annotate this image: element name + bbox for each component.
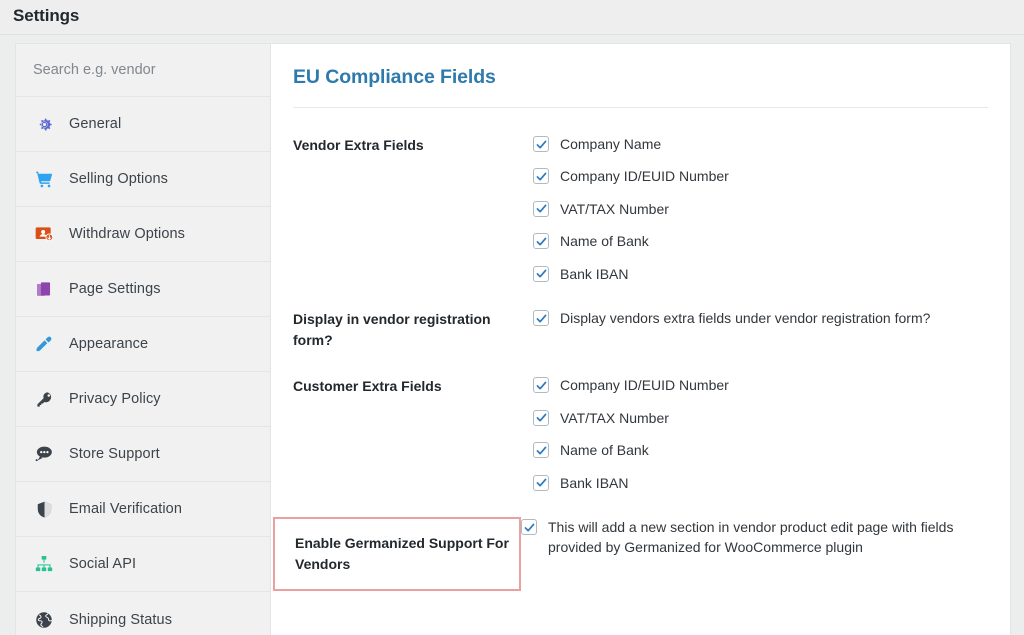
sidebar-item-store-support[interactable]: Store Support bbox=[16, 427, 270, 482]
shield-icon bbox=[33, 498, 55, 520]
field-label: Vendor Extra Fields bbox=[293, 137, 424, 153]
checkbox-row[interactable]: Company ID/EUID Number bbox=[533, 167, 988, 187]
gear-icon bbox=[33, 113, 55, 135]
checkbox-label: Name of Bank bbox=[560, 233, 649, 250]
settings-shell: General Selling Options Withdraw Options Pa… bbox=[15, 43, 1011, 635]
checkbox-checked[interactable] bbox=[533, 233, 549, 250]
sidebar-item-label: Privacy Policy bbox=[69, 391, 161, 407]
checkbox-label: Bank IBAN bbox=[560, 474, 629, 491]
checkbox-label: VAT/TAX Number bbox=[560, 200, 669, 217]
sidebar-item-label: Social API bbox=[69, 556, 137, 572]
section-heading: EU Compliance Fields bbox=[293, 66, 496, 88]
checkbox-label: Display vendors extra fields under vendo… bbox=[560, 310, 931, 327]
withdraw-icon bbox=[33, 223, 55, 245]
sidebar-item-label: Withdraw Options bbox=[69, 226, 186, 242]
settings-field-row: Display in vendor registration form? Disp… bbox=[293, 284, 988, 351]
sidebar-item-shipping-status[interactable]: Shipping Status bbox=[16, 592, 270, 635]
checkbox-label: Company Name bbox=[560, 136, 662, 152]
top-bar: Settings bbox=[0, 0, 1024, 35]
sidebar-search[interactable] bbox=[16, 44, 270, 97]
checkbox-checked[interactable] bbox=[533, 136, 549, 152]
sidebar-nav-list: General Selling Options Withdraw Options Pa… bbox=[16, 97, 270, 635]
sidebar-item-label: Store Support bbox=[69, 446, 160, 462]
checkbox-label: This will add a new section in vendor pr… bbox=[548, 519, 954, 556]
page-title: Settings bbox=[13, 6, 80, 25]
checkbox-checked[interactable] bbox=[533, 310, 549, 327]
checkbox-group: Display vendors extra fields under vendo… bbox=[533, 308, 988, 329]
checkbox-checked[interactable] bbox=[533, 265, 549, 282]
checkbox-group: This will add a new section in vendor pr… bbox=[521, 517, 988, 558]
sidebar-item-email-verification[interactable]: Email Verification bbox=[16, 482, 270, 537]
shopping-cart-icon bbox=[33, 168, 55, 190]
chat-bubble-icon bbox=[33, 443, 55, 465]
checkbox-label: VAT/TAX Number bbox=[560, 409, 669, 426]
settings-main-panel: EU Compliance Fields Vendor Extra Fields… bbox=[271, 43, 1011, 635]
highlighted-field-label: Enable Germanized Support For Vendors bbox=[273, 517, 521, 592]
checkbox-row[interactable]: VAT/TAX Number bbox=[533, 409, 988, 429]
checkbox-label: Bank IBAN bbox=[560, 265, 629, 282]
key-icon bbox=[33, 388, 55, 410]
checkbox-row[interactable]: Display vendors extra fields under vendo… bbox=[533, 309, 988, 329]
checkbox-checked[interactable] bbox=[533, 409, 549, 426]
checkbox-row[interactable]: VAT/TAX Number bbox=[533, 200, 988, 220]
checkbox-row[interactable]: Bank IBAN bbox=[533, 265, 988, 285]
checkbox-checked[interactable] bbox=[521, 519, 537, 536]
checkbox-row[interactable]: Name of Bank bbox=[533, 232, 988, 252]
sidebar-item-social-api[interactable]: Social API bbox=[16, 537, 270, 592]
globe-icon bbox=[33, 609, 55, 631]
settings-fields: Vendor Extra Fields Company Name Company I… bbox=[273, 108, 988, 592]
sidebar-item-label: General bbox=[69, 116, 122, 132]
sidebar-item-page-settings[interactable]: Page Settings bbox=[16, 262, 270, 317]
checkbox-checked[interactable] bbox=[533, 377, 549, 394]
search-input[interactable] bbox=[33, 62, 248, 78]
settings-field-row: Customer Extra Fields Company ID/EUID Num… bbox=[293, 351, 988, 493]
checkbox-label: Company ID/EUID Number bbox=[560, 168, 729, 185]
checkbox-checked[interactable] bbox=[533, 474, 549, 491]
sidebar-item-label: Shipping Status bbox=[69, 611, 173, 628]
sidebar-item-privacy-policy[interactable]: Privacy Policy bbox=[16, 372, 270, 427]
checkbox-checked[interactable] bbox=[533, 200, 549, 217]
paintbrush-icon bbox=[33, 333, 55, 355]
sidebar-item-label: Page Settings bbox=[69, 281, 161, 297]
sidebar-item-withdraw-options[interactable]: Withdraw Options bbox=[16, 207, 270, 262]
checkbox-group: Company ID/EUID Number VAT/TAX Number Name… bbox=[533, 375, 988, 493]
sidebar-item-label: Email Verification bbox=[69, 501, 183, 517]
checkbox-row[interactable]: Company ID/EUID Number bbox=[533, 376, 988, 396]
settings-sidebar: General Selling Options Withdraw Options Pa… bbox=[15, 43, 271, 635]
sitemap-icon bbox=[33, 553, 55, 575]
sidebar-item-label: Appearance bbox=[69, 336, 149, 352]
field-label: Display in vendor registration form? bbox=[293, 311, 491, 349]
checkbox-label: Company ID/EUID Number bbox=[560, 377, 729, 394]
checkbox-row[interactable]: Company Name bbox=[533, 135, 988, 155]
settings-page: Settings General Selling Options Withdraw … bbox=[0, 0, 1024, 635]
sidebar-item-general[interactable]: General bbox=[16, 97, 270, 152]
checkbox-group: Company Name Company ID/EUID Number VAT/TA… bbox=[533, 134, 988, 284]
settings-field-row: Vendor Extra Fields Company Name Company I… bbox=[293, 108, 988, 284]
checkbox-label: Name of Bank bbox=[560, 442, 649, 459]
settings-field-row: Enable Germanized Support For Vendors Thi… bbox=[273, 493, 988, 592]
checkbox-checked[interactable] bbox=[533, 442, 549, 459]
checkbox-row[interactable]: Bank IBAN bbox=[533, 474, 988, 494]
checkbox-row[interactable]: Name of Bank bbox=[533, 441, 988, 461]
checkbox-row[interactable]: This will add a new section in vendor pr… bbox=[521, 518, 988, 558]
field-label: Customer Extra Fields bbox=[293, 378, 442, 395]
sidebar-item-appearance[interactable]: Appearance bbox=[16, 317, 270, 372]
sidebar-item-label: Selling Options bbox=[69, 171, 169, 187]
sidebar-item-selling-options[interactable]: Selling Options bbox=[16, 152, 270, 207]
pages-icon bbox=[33, 278, 55, 300]
checkbox-checked[interactable] bbox=[533, 168, 549, 185]
